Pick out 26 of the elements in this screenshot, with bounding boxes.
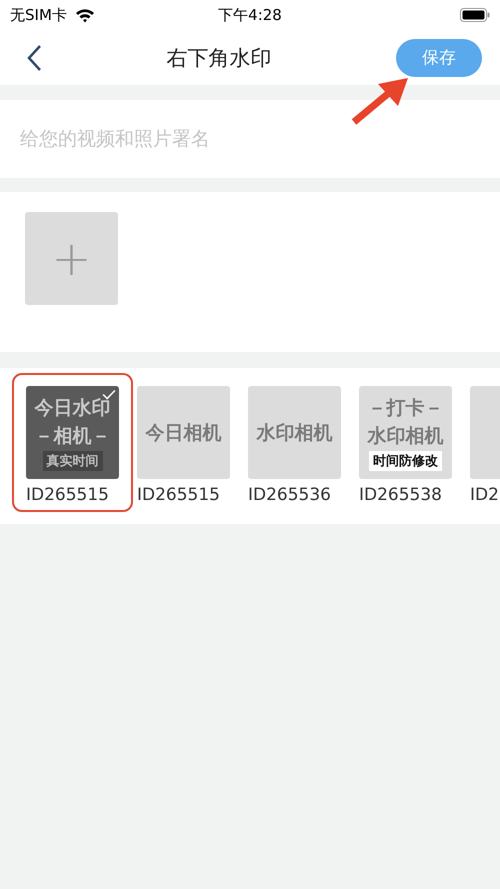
carrier-text: 无SIM卡: [10, 6, 67, 24]
watermark-thumbnail[interactable]: －打卡－ 水印相机 时间防修改: [359, 386, 452, 479]
watermark-text: 今日水印: [34, 396, 110, 420]
watermark-id: ID265515: [26, 485, 109, 505]
check-icon: [102, 389, 116, 400]
watermark-text: －打卡－: [368, 396, 444, 420]
save-button[interactable]: 保存: [396, 38, 482, 76]
watermark-text: －相机－: [34, 424, 110, 448]
watermark-text: 水印相机: [256, 422, 332, 446]
watermark-id: ID265538: [359, 485, 442, 505]
page-title: 右下角水印: [166, 44, 272, 72]
clock-text: 下午4:28: [218, 6, 282, 24]
watermark-thumbnail[interactable]: 今日水印 －相机－ 真实时间: [26, 386, 119, 479]
watermark-badge: 真实时间: [42, 450, 102, 470]
back-icon[interactable]: [26, 44, 42, 72]
battery-icon: [460, 8, 490, 22]
add-button[interactable]: +: [25, 212, 118, 305]
watermark-id: ID265515: [137, 485, 220, 505]
wifi-icon: [74, 8, 95, 22]
watermark-id: ID2: [470, 485, 499, 505]
watermark-badge: 时间防修改: [369, 450, 442, 470]
watermark-text: 今日相机: [146, 422, 222, 446]
watermark-id: ID265536: [248, 485, 331, 505]
watermark-thumbnail[interactable]: 今日相机: [137, 386, 230, 479]
watermark-thumbnail[interactable]: 水印相机: [248, 386, 341, 479]
watermark-text: 水印相机: [368, 424, 444, 448]
